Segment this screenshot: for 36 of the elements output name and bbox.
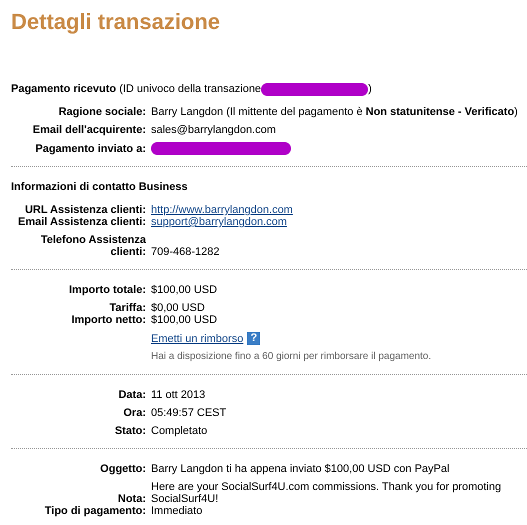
field-value: Barry Langdon ti ha appena inviato $100,00 USD con PayPal [151, 463, 450, 475]
field-label: Telefono Assistenza clienti: [40, 234, 146, 258]
field-value: sales@barrylangdon.com [151, 124, 276, 136]
field-value: 05:49:57 CEST [151, 407, 226, 419]
field-value: Here are your SocialSurf4U.com commissions. Thank you for promoting SocialSurf4U! [151, 481, 502, 505]
section-heading: Pagamento ricevuto (ID univoco della transazione [11, 83, 262, 96]
section-heading: ) [368, 83, 372, 96]
field-value: $0,00 USD [151, 302, 205, 314]
field-label: Importo netto: [71, 314, 146, 326]
page-title: Dettagli transazione [11, 8, 222, 36]
field-label: Ora: [123, 407, 146, 419]
link[interactable]: Emetti un rimborso [151, 332, 244, 344]
field-value: Barry Langdon (Il mittente del pagamento è Non statunitense - Verificato) [151, 106, 518, 118]
field-value: $100,00 USD [151, 314, 218, 326]
field-label: Tariffa: [110, 302, 146, 314]
field-label: Ragione sociale: [58, 106, 146, 118]
field-value: 709-468-1282 [151, 246, 220, 258]
field-label: Oggetto: [100, 463, 146, 475]
field-value: 11 ott 2013 [151, 389, 206, 401]
field-label: Data: [118, 389, 146, 401]
field-label: Email Assistenza clienti: [18, 216, 146, 228]
field-value: Completato [151, 425, 208, 437]
field-label: Email dell'acquirente: [32, 124, 146, 136]
field-label: URL Assistenza clienti: [24, 204, 146, 216]
link[interactable]: http://www.barrylangdon.com [151, 204, 293, 216]
link[interactable]: support@barrylangdon.com [151, 216, 287, 228]
field-label: Pagamento inviato a: [35, 143, 146, 155]
help-icon[interactable]: ? [247, 332, 260, 345]
section-heading: Informazioni di contatto Business [11, 181, 188, 194]
field-label: Importo totale: [69, 284, 146, 296]
help-text: Hai a disposizione fino a 60 giorni per rimborsare il pagamento. [151, 351, 432, 363]
field-value: Immediato [151, 505, 202, 517]
field-value: $100,00 USD [151, 284, 218, 296]
field-label: Nota: [118, 493, 146, 505]
field-label: Stato: [114, 425, 146, 437]
field-label: Tipo di pagamento: [44, 505, 146, 517]
